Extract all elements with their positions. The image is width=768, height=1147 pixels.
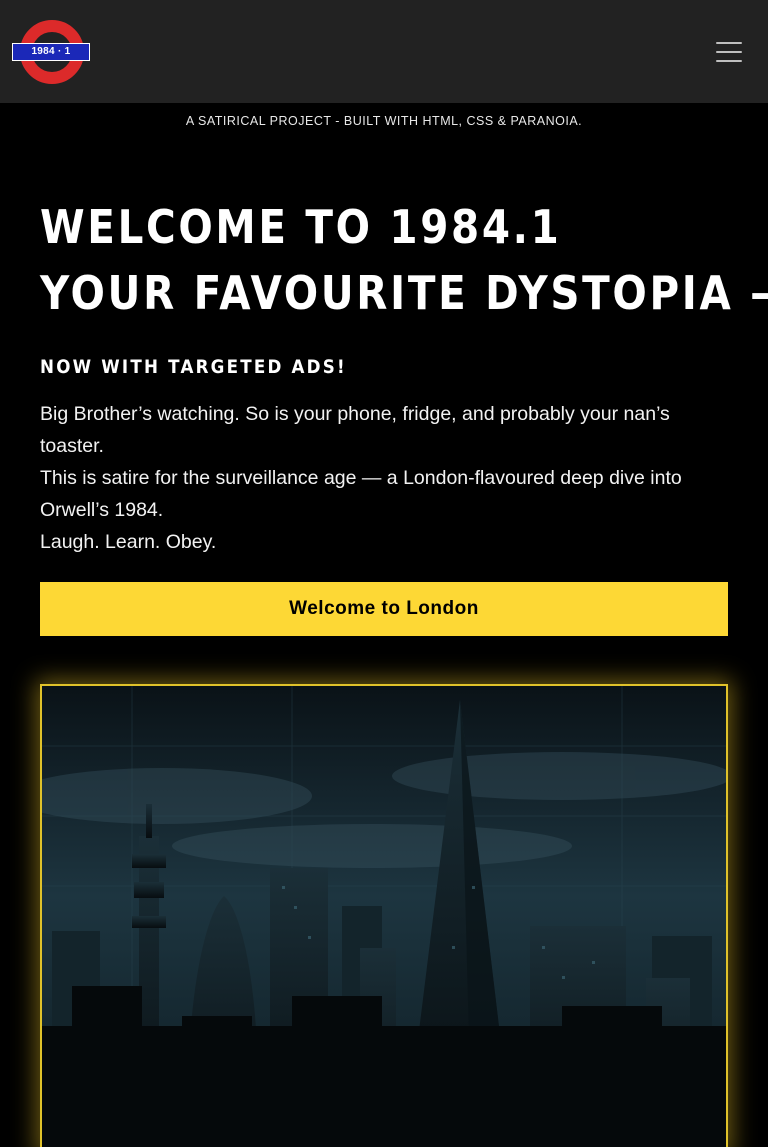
roundel-bar-label: 1984 · 1 [12,42,90,61]
menu-line [716,50,742,53]
hero-description: Big Brother’s watching. So is your phone… [40,398,728,558]
hero-description-line-1: Big Brother’s watching. So is your phone… [40,403,670,457]
menu-line [716,41,742,44]
site-header: 1984 · 1 [0,0,768,103]
menu-line [716,59,742,62]
hero-title-line-1: WELCOME TO 1984.1 [40,200,562,254]
hero-description-line-3: Laugh. Learn. Obey. [40,531,217,553]
hero-title: WELCOME TO 1984.1 YOUR FAVOURITE DYSTOPI… [40,194,768,326]
welcome-to-london-button[interactable]: Welcome to London [40,582,728,636]
hero-title-line-2: YOUR FAVOURITE DYSTOPIA — [40,266,768,320]
roundel-logo[interactable]: 1984 · 1 [12,19,90,84]
site-tagline: A SATIRICAL PROJECT - BUILT WITH HTML, C… [185,114,583,128]
hero-subtitle: NOW WITH TARGETED ADS! [40,356,347,378]
hamburger-menu-icon[interactable] [716,41,742,62]
london-skyline-image [40,684,728,1147]
hero-description-line-2: This is satire for the surveillance age … [40,467,682,521]
hero-section: WELCOME TO 1984.1 YOUR FAVOURITE DYSTOPI… [0,194,768,1147]
skyline-illustration [42,686,726,1147]
